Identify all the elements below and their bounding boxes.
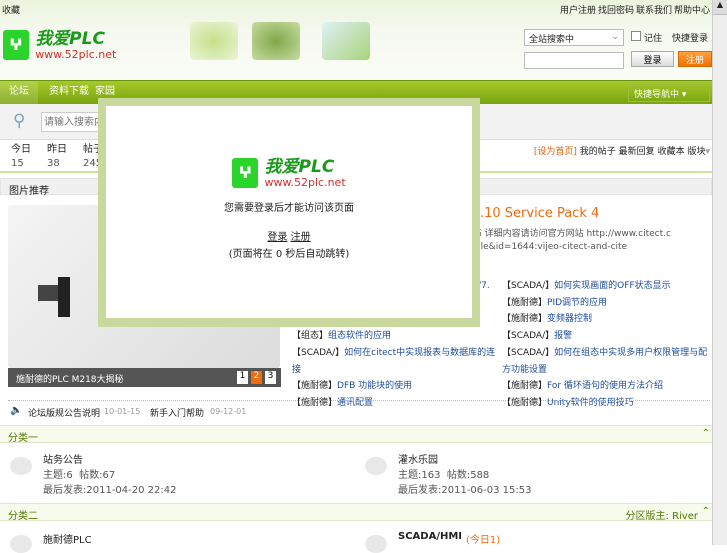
article-item[interactable]: 【施耐德】变频器控制 bbox=[502, 311, 710, 328]
nav-item-forum[interactable]: 论坛 bbox=[0, 81, 38, 105]
section-title: 图片推荐 bbox=[9, 186, 49, 197]
vertical-scrollbar[interactable]: ▲ bbox=[712, 0, 727, 545]
announcement-link[interactable]: 论坛版规公告说明 bbox=[28, 406, 100, 419]
logo-mark-icon: ⵖ bbox=[232, 158, 259, 188]
category-header: 分类二 分区版主: River ⌃ bbox=[0, 503, 712, 522]
forum-name[interactable]: SCADA/HMI bbox=[398, 531, 462, 542]
dialog-logo: ⵖ 我爱PLC www.52plc.net bbox=[232, 158, 346, 189]
header: 收藏 用户注册 找回密码 联系我们 帮助中心 ⵖ 我爱PLC www.52plc.… bbox=[0, 0, 712, 80]
remember-checkbox[interactable] bbox=[631, 31, 641, 41]
slide-page-3[interactable]: 3 bbox=[265, 371, 276, 384]
announcement-link[interactable]: 新手入门帮助 bbox=[150, 406, 204, 419]
quick-nav-dropdown[interactable]: 快捷导航中 ▾ bbox=[628, 84, 710, 102]
logo-url: www.52plc.net bbox=[35, 48, 117, 61]
banner-image bbox=[322, 22, 370, 60]
article-item[interactable]: 【施耐德】For 循环语句的使用方法介绍 bbox=[502, 378, 710, 395]
redirect-notice: (页面将在 0 秒后自动跳转) bbox=[228, 249, 350, 260]
article-item[interactable]: 【SCADA/】报警 bbox=[502, 328, 710, 345]
headline-desc: ew=article&id=1644:vijeo-citect-and-cite bbox=[440, 242, 628, 252]
forum-item: 站务公告 主题:6 帖数:67 最后发表:2011-04-20 22:42 bbox=[43, 455, 177, 496]
logo-mark-icon: ⵖ bbox=[3, 30, 29, 60]
username-input[interactable] bbox=[524, 52, 624, 69]
forum-icon bbox=[365, 535, 387, 553]
headline-desc-block: 4已经发布 详细内容请访问官方网站 http://www.citect.c ew… bbox=[440, 228, 710, 254]
headline-desc: 4已经发布 详细内容请访问官方网站 http://www.citect.c bbox=[440, 229, 671, 239]
favorites-link[interactable]: 收藏本 bbox=[658, 147, 685, 157]
forum-item: 灌水乐园 主题:163 帖数:588 最后发表:2011-06-03 15:53 bbox=[398, 455, 532, 496]
article-item[interactable]: 【SCADA/】如何在citect中实现报表与数据库的连接 bbox=[292, 345, 497, 378]
stat-today: 今日 15 bbox=[11, 144, 31, 169]
article-item[interactable]: 【施耐德】通讯配置 bbox=[292, 395, 497, 412]
my-posts-link[interactable]: 我的帖子 bbox=[580, 147, 616, 157]
divider bbox=[8, 400, 710, 401]
forum-name[interactable]: 施耐德PLC bbox=[43, 531, 92, 546]
remember-label: 记住 bbox=[644, 34, 663, 44]
moderator-link[interactable]: River bbox=[672, 511, 698, 522]
forum-name[interactable]: 站务公告 bbox=[43, 455, 83, 466]
quick-login-link[interactable]: 快捷登录 bbox=[672, 31, 708, 44]
article-item[interactable]: 【SCADA/】如何在组态中实现多用户权限管理与配方功能设置 bbox=[502, 345, 710, 378]
top-link[interactable]: 帮助中心 bbox=[674, 3, 710, 16]
category-header: 分类一 ⌃ bbox=[0, 425, 712, 444]
top-link[interactable]: 联系我们 bbox=[636, 3, 672, 16]
top-link[interactable]: 用户注册 bbox=[560, 3, 596, 16]
category-title[interactable]: 分类一 bbox=[8, 433, 38, 444]
led-panel bbox=[58, 277, 70, 317]
boards-dropdown[interactable]: 版块▾ bbox=[687, 147, 710, 157]
picture-caption[interactable]: 施耐德的PLC M218大揭秘 bbox=[16, 375, 124, 385]
quick-links: [设为首页] 我的帖子 最新回复 收藏本 版块▾ bbox=[520, 144, 710, 157]
dialog-register-link[interactable]: 注册 bbox=[291, 232, 311, 243]
article-item[interactable]: 【施耐德】DFB 功能块的使用 bbox=[292, 378, 497, 395]
moderator-label: 分区版主: bbox=[625, 511, 669, 522]
stat-yesterday: 昨日 38 bbox=[47, 144, 67, 169]
today-badge: (今日1) bbox=[466, 535, 501, 546]
category-title[interactable]: 分类二 bbox=[8, 511, 38, 522]
top-link[interactable]: 找回密码 bbox=[598, 3, 634, 16]
dialog-message: 您需要登录后才能访问该页面 bbox=[224, 203, 354, 214]
banner-image bbox=[190, 22, 238, 60]
search-scope-select[interactable]: 全站搜索中 ⌄ bbox=[524, 29, 624, 46]
article-item[interactable]: 【施耐德】Unity软件的使用技巧 bbox=[502, 395, 710, 412]
forum-name[interactable]: 灌水乐园 bbox=[398, 455, 438, 466]
top-left-link[interactable]: 收藏 bbox=[2, 3, 20, 16]
latest-replies-link[interactable]: 最新回复 bbox=[619, 147, 655, 157]
article-list-right: 【SCADA/】如何实现画面的OFF状态显示 【施耐德】PID调节的应用 【施耐… bbox=[502, 278, 710, 412]
collapse-icon[interactable]: ⌃ bbox=[702, 506, 710, 517]
register-button[interactable]: 注册 bbox=[678, 51, 712, 67]
picture-caption-bar: 施耐德的PLC M218大揭秘 1 2 3 bbox=[8, 368, 281, 387]
forum-icon bbox=[10, 535, 32, 553]
set-homepage-link[interactable]: [设为首页] bbox=[534, 147, 577, 157]
scroll-up-arrow-icon[interactable]: ▲ bbox=[713, 0, 727, 15]
announcement-date: 09-12-01 bbox=[210, 407, 247, 416]
collapse-icon[interactable]: ⌃ bbox=[702, 428, 710, 439]
search-icon[interactable]: ⚲ bbox=[13, 111, 25, 131]
ethernet-port bbox=[38, 285, 58, 301]
article-item[interactable]: 【施耐德】PID调节的应用 bbox=[502, 295, 710, 312]
speaker-icon: 🔈 bbox=[10, 405, 23, 416]
logo-name: 我爱PLC bbox=[35, 29, 105, 49]
dialog-login-link[interactable]: 登录 bbox=[267, 232, 287, 243]
article-item[interactable]: 【组态】组态软件的应用 bbox=[292, 328, 497, 345]
dialog-content: ⵖ 我爱PLC www.52plc.net 您需要登录后才能访问该页面 登录 注册… bbox=[106, 106, 472, 318]
login-button[interactable]: 登录 bbox=[631, 51, 674, 67]
slide-page-1[interactable]: 1 bbox=[237, 371, 248, 384]
announcement-date: 10-01-15 bbox=[104, 407, 141, 416]
site-logo[interactable]: ⵖ 我爱PLC www.52plc.net bbox=[3, 30, 118, 70]
banner-image bbox=[252, 22, 300, 60]
slide-page-2[interactable]: 2 bbox=[251, 371, 262, 384]
forum-icon bbox=[10, 457, 32, 475]
nav-item-downloads[interactable]: 资料下载 bbox=[49, 81, 89, 105]
forum-icon bbox=[365, 457, 387, 475]
article-item[interactable]: 【SCADA/】如何实现画面的OFF状态显示 bbox=[502, 278, 710, 295]
